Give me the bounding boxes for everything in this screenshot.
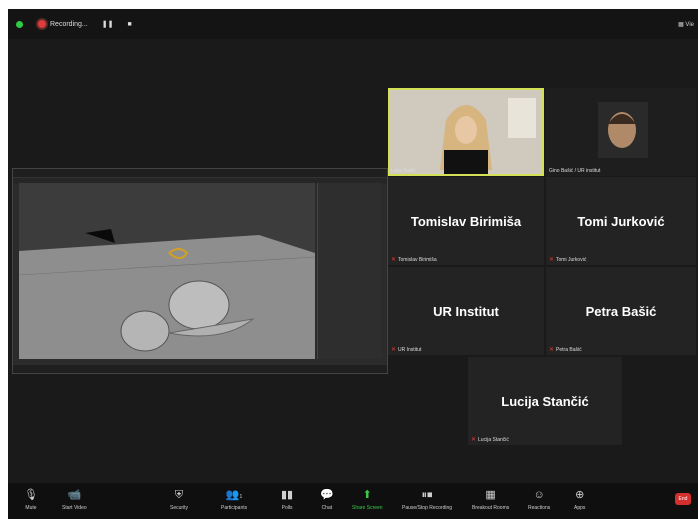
security-button[interactable]: ⛨ Security xyxy=(170,489,188,511)
participants-icon: 👥1 xyxy=(225,489,243,501)
participant-name: Tomislav Birimiša xyxy=(398,256,437,263)
muted-mic-icon: ✕ xyxy=(549,257,555,263)
end-label: End xyxy=(678,496,688,502)
view-button[interactable]: ▦ Vie xyxy=(678,21,694,28)
participant-label: ✕ Lucija Stančić xyxy=(471,436,509,444)
participant-label: ✕ Tomislav Birimiša xyxy=(391,256,437,264)
mute-label: Mute xyxy=(25,505,37,511)
participant-tile-gino[interactable]: Gino Bašić / UR institut xyxy=(546,88,696,176)
flower-mesh-2 xyxy=(120,310,170,352)
chat-label: Chat xyxy=(321,505,333,511)
participant-name: Luna Bašić xyxy=(391,168,416,174)
pause-stop-label: Pause/Stop Recording xyxy=(402,505,453,511)
reactions-button[interactable]: ☺ Reactions xyxy=(528,489,550,511)
participant-display-name: Tomi Jurković xyxy=(577,213,665,229)
security-label: Security xyxy=(170,505,189,511)
start-video-label: Start Video xyxy=(62,505,87,511)
meeting-toolbar: 🎙 Mute 📹 Start Video ⛨ Security 👥1 Parti… xyxy=(8,483,698,519)
view-label: Vie xyxy=(685,22,694,28)
participant-label: Luna Bašić xyxy=(391,168,416,174)
zoom-meeting-window: Recording... ❚❚ ■ ▦ Vie Luna Bašić Gino … xyxy=(8,9,698,519)
polls-label: Polls xyxy=(281,505,293,511)
end-button[interactable]: End xyxy=(675,493,691,505)
blender-outliner[interactable] xyxy=(317,183,382,359)
blender-statusbar xyxy=(13,365,387,373)
apps-button[interactable]: ⊕ Apps xyxy=(574,489,585,511)
participant-display-name: Petra Bašić xyxy=(585,303,657,319)
participant-name: Lucija Stančić xyxy=(478,436,509,443)
view-icon: ▦ xyxy=(678,22,684,28)
viewport-scene xyxy=(19,183,315,359)
shared-screen[interactable] xyxy=(12,168,388,374)
participant-tile-ur-institut[interactable]: UR Institut ✕ UR Institut xyxy=(388,267,544,355)
breakout-rooms-icon: ▦ xyxy=(485,489,496,501)
pause-stop-icon: ⏸⏹ xyxy=(421,489,433,501)
blender-menubar xyxy=(13,169,387,178)
microphone-icon: 🎙 xyxy=(24,489,38,501)
apps-label: Apps xyxy=(574,505,586,511)
reactions-icon: ☺ xyxy=(533,489,545,501)
muted-mic-icon: ✕ xyxy=(391,257,397,263)
muted-mic-icon: ✕ xyxy=(549,347,555,353)
breakout-rooms-label: Breakout Rooms xyxy=(472,505,510,511)
chat-button[interactable]: 💬 Chat xyxy=(320,489,334,511)
pause-stop-recording-button[interactable]: ⏸⏹ Pause/Stop Recording xyxy=(402,489,452,511)
recording-label: Recording... xyxy=(50,20,88,28)
muted-mic-icon: ✕ xyxy=(471,437,477,443)
participant-tile-petra[interactable]: Petra Bašić ✕ Petra Bašić xyxy=(546,267,696,355)
participants-button[interactable]: 👥1 Participants xyxy=(221,489,247,511)
participant-name: Gino Bašić / UR institut xyxy=(549,168,601,174)
video-camera-off-icon: 📹 xyxy=(67,489,82,501)
participants-label: Participants xyxy=(221,505,248,511)
muted-mic-icon: ✕ xyxy=(391,347,397,353)
participant-tile-tomi[interactable]: Tomi Jurković ✕ Tomi Jurković xyxy=(546,177,696,265)
participant-video xyxy=(546,88,696,176)
participant-name: Petra Bašić xyxy=(556,346,582,353)
recording-indicator[interactable]: Recording... ❚❚ ■ xyxy=(32,16,138,32)
breakout-rooms-button[interactable]: ▦ Breakout Rooms xyxy=(472,489,509,511)
participant-video xyxy=(388,88,544,176)
participant-label: ✕ Petra Bašić xyxy=(549,346,582,354)
reactions-label: Reactions xyxy=(528,505,551,511)
participant-name: UR Institut xyxy=(398,346,422,353)
participant-label: ✕ UR Institut xyxy=(391,346,422,354)
stop-icon[interactable]: ■ xyxy=(127,21,131,28)
chat-icon: 💬 xyxy=(320,489,334,501)
participant-name: Tomi Jurković xyxy=(556,256,587,263)
polls-button[interactable]: ▮▮ Polls xyxy=(281,489,293,511)
blender-viewport[interactable] xyxy=(19,183,315,359)
polls-icon: ▮▮ xyxy=(281,489,294,501)
share-screen-button[interactable]: ⬆ Share Screen xyxy=(352,489,383,511)
mute-button[interactable]: 🎙 Mute xyxy=(24,489,38,511)
shield-icon: ⛨ xyxy=(174,489,184,501)
participant-display-name: Tomislav Birimiša xyxy=(410,213,522,229)
top-bar: Recording... ❚❚ ■ ▦ Vie xyxy=(8,9,698,39)
participant-label: ✕ Tomi Jurković xyxy=(549,256,587,264)
participants-count: 1 xyxy=(239,494,243,500)
participant-display-name: UR Institut xyxy=(433,303,499,319)
participant-display-name: Lucija Stančić xyxy=(501,393,589,409)
participant-tile-tomislav[interactable]: Tomislav Birimiša ✕ Tomislav Birimiša xyxy=(388,177,544,265)
pause-icon[interactable]: ❚❚ xyxy=(102,20,114,28)
flower-mesh-1 xyxy=(168,280,230,330)
encryption-shield-icon[interactable] xyxy=(16,21,23,28)
share-screen-label: Share Screen xyxy=(352,505,383,511)
start-video-button[interactable]: 📹 Start Video xyxy=(62,489,87,511)
apps-icon: ⊕ xyxy=(575,489,585,501)
recording-icon xyxy=(38,20,46,28)
participant-tile-luna[interactable]: Luna Bašić xyxy=(388,88,544,176)
participant-label: Gino Bašić / UR institut xyxy=(549,168,600,174)
participant-tile-lucija[interactable]: Lucija Stančić ✕ Lucija Stančić xyxy=(468,357,622,445)
share-screen-icon: ⬆ xyxy=(362,489,372,501)
